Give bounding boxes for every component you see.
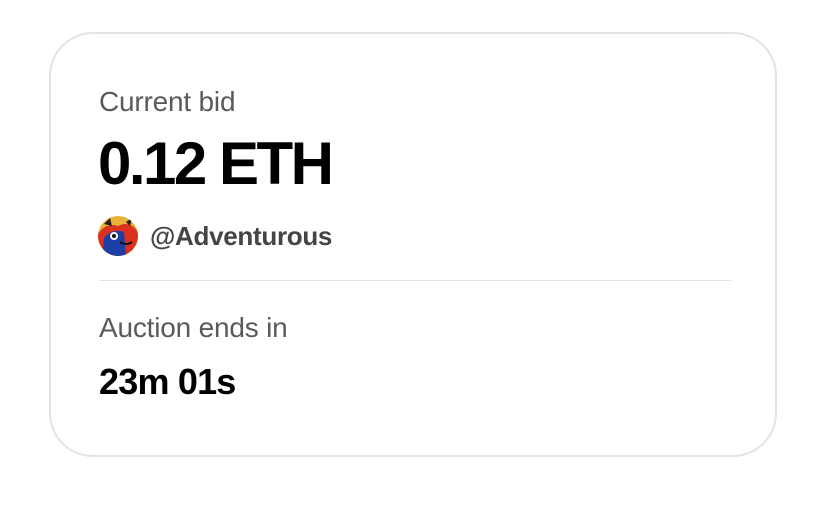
bidder-profile-link[interactable]: @Adventurous: [98, 214, 332, 258]
avatar[interactable]: [98, 216, 138, 256]
auction-countdown: 23m 01s: [99, 361, 236, 402]
divider: [99, 280, 731, 281]
current-bid-label: Current bid: [99, 86, 236, 117]
auction-card: Current bid 0.12 ETH @Adventurous Auctio…: [49, 32, 777, 457]
avatar-image-icon: [98, 216, 138, 256]
bidder-handle[interactable]: @Adventurous: [150, 221, 332, 252]
auction-ends-label: Auction ends in: [99, 312, 288, 343]
current-bid-value: 0.12 ETH: [98, 130, 334, 197]
